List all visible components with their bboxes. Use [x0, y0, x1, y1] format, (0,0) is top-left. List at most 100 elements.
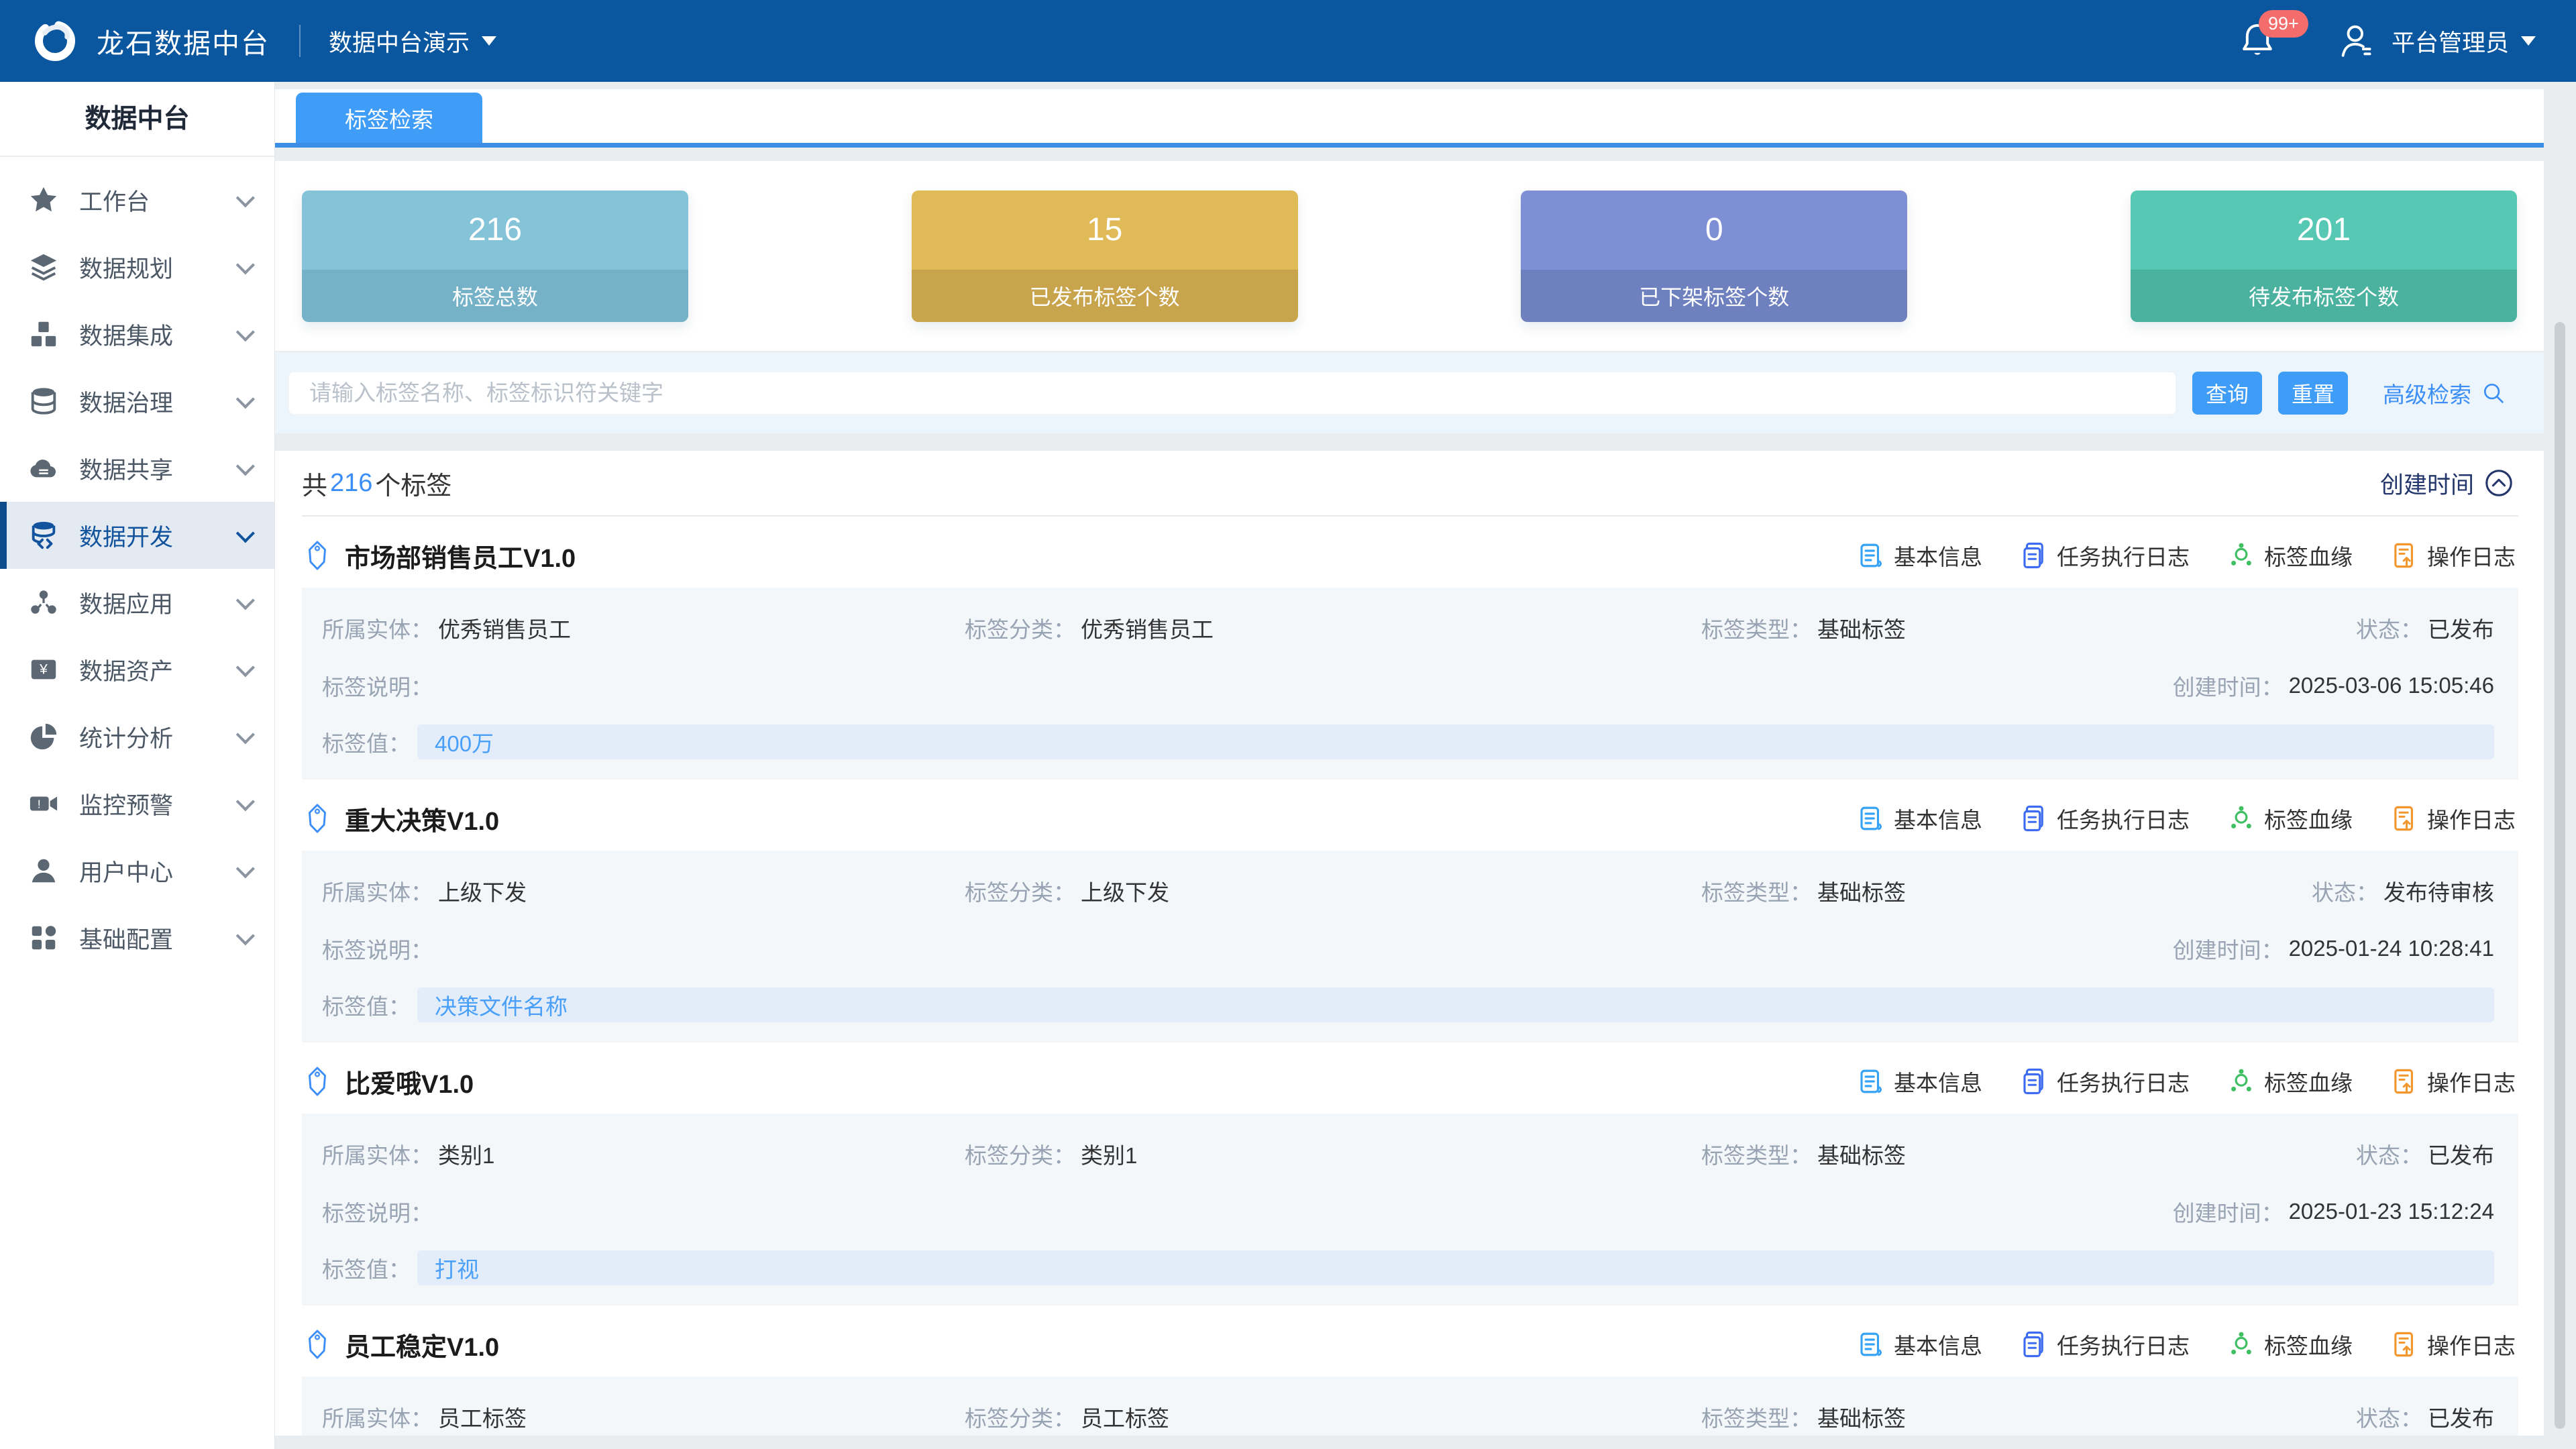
category-value: 优秀销售员工 — [1081, 612, 1214, 644]
sidebar-item-data-planning[interactable]: 数据规划 — [0, 233, 274, 301]
status-value: 已发布 — [2428, 1401, 2494, 1433]
tag-value-link[interactable]: 400万 — [435, 726, 494, 758]
tag-icon — [302, 540, 333, 571]
action-label: 操作日志 — [2427, 539, 2516, 572]
tag-value-link[interactable]: 决策文件名称 — [435, 989, 568, 1021]
field-label: 标签类型： — [1701, 1138, 1812, 1170]
sidebar-item-user-center[interactable]: 用户中心 — [0, 837, 274, 904]
status-value: 发布待审核 — [2383, 875, 2494, 907]
double-doc-icon — [2020, 1330, 2048, 1358]
sidebar-item-data-governance[interactable]: 数据治理 — [0, 368, 274, 435]
action-task-log[interactable]: 任务执行日志 — [2020, 1065, 2190, 1097]
action-tag-lineage[interactable]: 标签血缘 — [2227, 802, 2353, 835]
scrollbar-thumb[interactable] — [2555, 322, 2565, 1429]
environment-name: 数据中台演示 — [329, 24, 470, 58]
action-label: 基本信息 — [1894, 802, 1982, 835]
chevron-down-icon — [236, 926, 255, 945]
reset-button[interactable]: 重置 — [2278, 372, 2348, 415]
sidebar-item-data-application[interactable]: 数据应用 — [0, 569, 274, 636]
sidebar-item-label: 数据规划 — [79, 250, 173, 284]
action-label: 基本信息 — [1894, 539, 1982, 572]
doc-lines-icon — [1857, 1330, 1885, 1358]
action-basic-info[interactable]: 基本信息 — [1857, 1328, 1982, 1360]
sidebar-item-label: 数据资产 — [79, 653, 173, 687]
search-input[interactable] — [288, 372, 2176, 415]
field-label: 标签类型： — [1701, 612, 1812, 644]
action-label: 任务执行日志 — [2057, 1328, 2190, 1360]
sidebar-item-monitoring[interactable]: ! 监控预警 — [0, 770, 274, 837]
tab-tag-search[interactable]: 标签检索 — [296, 93, 482, 143]
action-label: 任务执行日志 — [2057, 539, 2190, 572]
action-tag-lineage[interactable]: 标签血缘 — [2227, 539, 2353, 572]
stats-panel: 216 标签总数 15 已发布标签个数 0 已下架标签个数 201 待发布标签个… — [275, 161, 2544, 351]
action-operation-log[interactable]: 操作日志 — [2390, 802, 2516, 835]
field-label: 所属实体： — [322, 612, 433, 644]
field-label: 标签分类： — [965, 612, 1075, 644]
lineage-icon — [2227, 804, 2255, 833]
stat-card-offline: 0 已下架标签个数 — [1521, 191, 1907, 322]
environment-switcher[interactable]: 数据中台演示 — [329, 24, 496, 58]
sidebar-item-basic-config[interactable]: 基础配置 — [0, 904, 274, 971]
sidebar-item-data-sharing[interactable]: 数据共享 — [0, 435, 274, 502]
stat-value: 0 — [1521, 191, 1907, 270]
action-tag-lineage[interactable]: 标签血缘 — [2227, 1065, 2353, 1097]
action-task-log[interactable]: 任务执行日志 — [2020, 539, 2190, 572]
sidebar-item-label: 基础配置 — [79, 921, 173, 955]
sidebar-item-statistics[interactable]: 统计分析 — [0, 703, 274, 770]
sidebar-item-workbench[interactable]: 工作台 — [0, 166, 274, 233]
tag-value-link[interactable]: 打视 — [435, 1252, 479, 1284]
share-nodes-icon — [28, 587, 59, 618]
notification-badge: 99+ — [2259, 10, 2308, 38]
action-basic-info[interactable]: 基本信息 — [1857, 802, 1982, 835]
stat-label: 标签总数 — [302, 270, 688, 322]
sidebar-item-data-assets[interactable]: ¥ 数据资产 — [0, 636, 274, 703]
action-task-log[interactable]: 任务执行日志 — [2020, 1328, 2190, 1360]
logo-icon — [31, 17, 79, 65]
chevron-down-icon — [2521, 36, 2536, 46]
status-value: 已发布 — [2428, 1138, 2494, 1170]
field-label: 状态： — [2356, 1138, 2422, 1170]
item-actions: 基本信息 任务执行日志 标签血缘 操作日志 — [1857, 1065, 2518, 1097]
field-label: 标签分类： — [965, 1138, 1075, 1170]
action-operation-log[interactable]: 操作日志 — [2390, 1065, 2516, 1097]
notifications-button[interactable]: 99+ — [2239, 21, 2276, 61]
tag-title: 市场部销售员工V1.0 — [345, 537, 576, 574]
action-task-log[interactable]: 任务执行日志 — [2020, 802, 2190, 835]
topbar-divider — [299, 25, 301, 57]
tag-title: 重大决策V1.0 — [345, 800, 499, 837]
total-prefix: 共 — [302, 465, 327, 502]
user-menu[interactable]: 平台管理员 — [2337, 21, 2536, 60]
field-label: 创建时间： — [2173, 669, 2284, 702]
field-label: 所属实体： — [322, 1138, 433, 1170]
stat-card-pending: 201 待发布标签个数 — [2131, 191, 2517, 322]
item-body: 所属实体：员工标签 标签分类：员工标签 标签类型：基础标签 状态：已发布 标签说… — [302, 1377, 2518, 1436]
stat-label: 已发布标签个数 — [912, 270, 1298, 322]
category-value: 上级下发 — [1081, 875, 1169, 907]
action-basic-info[interactable]: 基本信息 — [1857, 1065, 1982, 1097]
action-operation-log[interactable]: 操作日志 — [2390, 1328, 2516, 1360]
field-label: 标签类型： — [1701, 875, 1812, 907]
advanced-search-link[interactable]: 高级检索 — [2383, 377, 2506, 409]
database-code-icon — [28, 520, 59, 551]
field-label: 标签值： — [322, 989, 411, 1021]
field-label: 标签说明： — [322, 669, 433, 702]
item-body: 所属实体：上级下发 标签分类：上级下发 标签类型：基础标签 状态：发布待审核 标… — [302, 851, 2518, 1042]
list-header: 共 216 个标签 创建时间 — [302, 451, 2518, 517]
chevron-down-icon — [236, 390, 255, 409]
doc-lines-icon — [1857, 804, 1885, 833]
entity-value: 类别1 — [438, 1138, 494, 1170]
stat-label: 待发布标签个数 — [2131, 270, 2517, 322]
sidebar-item-data-development[interactable]: 数据开发 — [0, 502, 274, 569]
chevron-down-icon — [236, 189, 255, 207]
query-button[interactable]: 查询 — [2192, 372, 2262, 415]
doc-arrow-icon — [2390, 804, 2418, 833]
tag-value-bar: 400万 — [417, 724, 2494, 759]
action-tag-lineage[interactable]: 标签血缘 — [2227, 1328, 2353, 1360]
action-basic-info[interactable]: 基本信息 — [1857, 539, 1982, 572]
tag-list-item: 重大决策V1.0 基本信息 任务执行日志 标签血缘 — [302, 794, 2518, 1042]
sort-by-created-time[interactable]: 创建时间 — [2380, 466, 2518, 500]
sidebar-item-data-integration[interactable]: 数据集成 — [0, 301, 274, 368]
app-title: 龙石数据中台 — [97, 21, 270, 61]
field-label: 所属实体： — [322, 875, 433, 907]
action-operation-log[interactable]: 操作日志 — [2390, 539, 2516, 572]
